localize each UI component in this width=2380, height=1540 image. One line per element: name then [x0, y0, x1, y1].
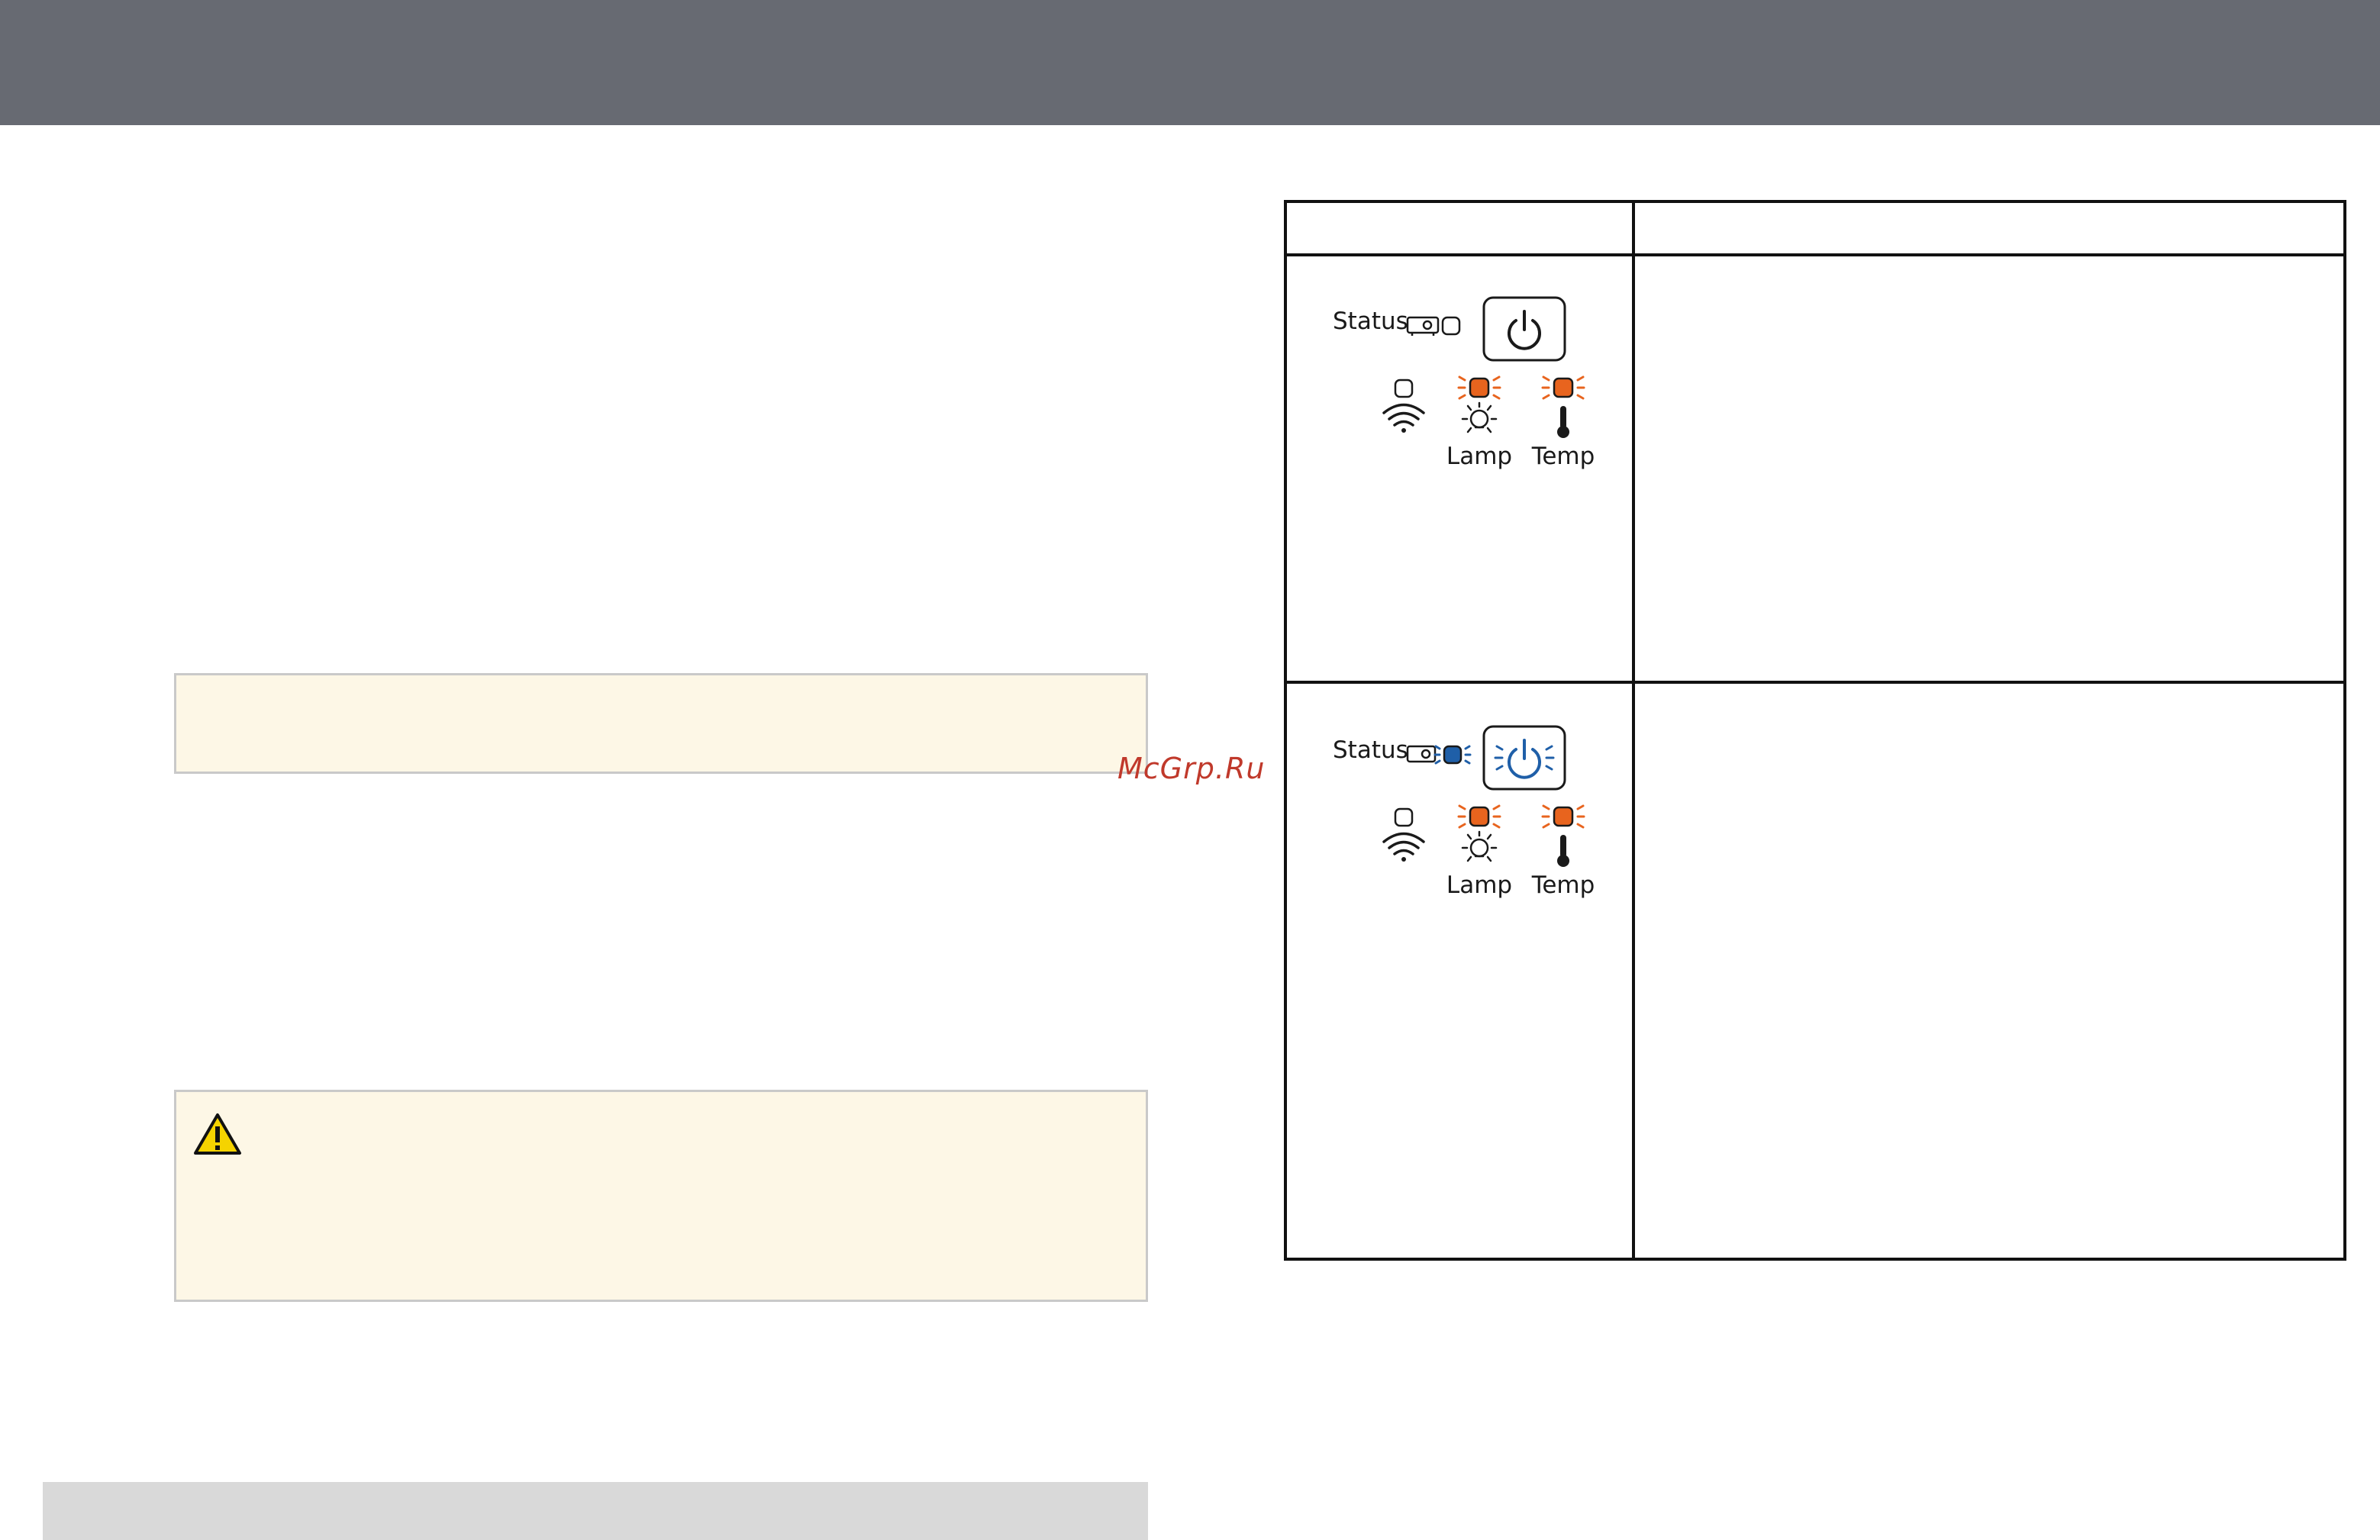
indicator-panel-row-1: Status Lamp Temp — [1333, 295, 1608, 493]
power-button — [1482, 296, 1566, 362]
table-row-divider — [1287, 681, 2343, 684]
note-box — [174, 673, 1148, 774]
wifi-light — [1394, 807, 1414, 827]
projector-icon — [1406, 745, 1437, 763]
section-bar — [43, 1482, 1148, 1540]
status-label: Status — [1333, 736, 1408, 764]
table-header-divider — [1287, 253, 2343, 256]
wifi-light — [1394, 379, 1414, 398]
thermometer-icon — [1557, 406, 1569, 438]
lamp-icon — [1461, 401, 1498, 433]
indicator-table: Status Lamp Temp Status Lamp Temp — [1284, 200, 2346, 1261]
projector-icon — [1406, 316, 1440, 336]
watermark: McGrp.Ru — [1117, 752, 1266, 785]
status-label: Status — [1333, 308, 1408, 335]
header-bar — [0, 0, 2380, 125]
power-button — [1482, 725, 1566, 791]
thermometer-icon — [1557, 835, 1569, 867]
wifi-icon — [1382, 403, 1425, 433]
wifi-icon — [1382, 832, 1425, 862]
temp-label: Temp — [1531, 443, 1595, 470]
temp-label: Temp — [1531, 871, 1595, 899]
temp-light — [1541, 375, 1585, 400]
indicator-panel-row-2: Status Lamp Temp — [1333, 723, 1608, 922]
lamp-icon — [1461, 830, 1498, 862]
warning-box — [174, 1090, 1148, 1302]
status-light — [1441, 316, 1461, 336]
table-column-divider — [1632, 203, 1635, 1258]
lamp-light — [1457, 804, 1501, 829]
lamp-label: Lamp — [1446, 871, 1512, 899]
lamp-label: Lamp — [1446, 443, 1512, 470]
status-light — [1433, 745, 1472, 765]
lamp-light — [1457, 375, 1501, 400]
temp-light — [1541, 804, 1585, 829]
warning-icon — [194, 1113, 241, 1155]
